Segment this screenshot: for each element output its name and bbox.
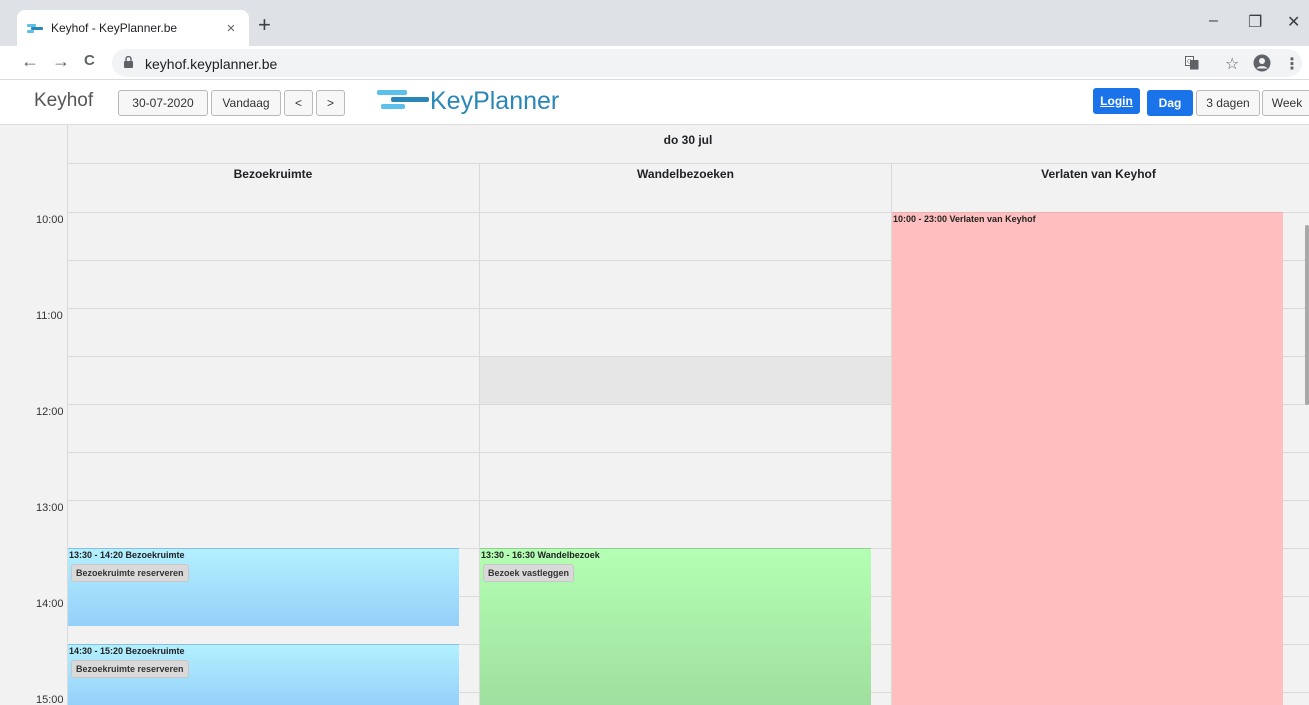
back-button[interactable]: ←: [21, 51, 39, 71]
profile-icon[interactable]: [1253, 54, 1271, 72]
forward-button[interactable]: →: [52, 51, 70, 71]
address-bar[interactable]: keyhof.keyplanner.be G ☆ ⋮: [112, 49, 1302, 77]
date-picker-button[interactable]: 30-07-2020: [118, 90, 208, 116]
star-icon[interactable]: ☆: [1225, 54, 1239, 74]
view-day-button[interactable]: Dag: [1147, 90, 1193, 116]
event-title: 14:30 - 15:20 Bezoekruimte: [69, 646, 185, 656]
keyplanner-favicon-icon: [27, 23, 43, 33]
calendar: do 30 jul Bezoekruimte Wandelbezoeken Ve…: [0, 124, 1309, 705]
today-button[interactable]: Vandaag: [211, 90, 281, 116]
tab-title: Keyhof - KeyPlanner.be: [51, 21, 178, 35]
next-button[interactable]: >: [316, 90, 345, 116]
reload-button[interactable]: C: [84, 51, 95, 71]
time-label: 10:00: [36, 214, 64, 226]
event-wandelbezoek[interactable]: 13:30 - 16:30 Wandelbezoek Bezoek vastle…: [480, 548, 871, 705]
scrollbar[interactable]: [1305, 225, 1309, 405]
logo-text: KeyPlanner: [430, 87, 560, 115]
book-visit-button[interactable]: Bezoek vastleggen: [483, 564, 575, 582]
prev-button[interactable]: <: [284, 90, 313, 116]
lock-icon: [124, 56, 133, 68]
event-bezoekruimte-1[interactable]: 13:30 - 14:20 Bezoekruimte Bezoekruimte …: [68, 548, 459, 626]
event-title: 13:30 - 16:30 Wandelbezoek: [481, 550, 600, 560]
event-verlaten[interactable]: 10:00 - 23:00 Verlaten van Keyhof: [892, 212, 1283, 705]
time-label: 12:00: [36, 406, 64, 418]
event-title: 10:00 - 23:00 Verlaten van Keyhof: [893, 214, 1036, 224]
new-tab-button[interactable]: +: [258, 14, 271, 36]
menu-icon[interactable]: ⋮: [1284, 54, 1300, 74]
browser-tabstrip: Keyhof - KeyPlanner.be × + – ❐ ✕: [0, 0, 1309, 46]
column-header-verlaten: Verlaten van Keyhof: [1041, 167, 1156, 181]
view-week-button[interactable]: Week: [1262, 90, 1309, 116]
time-label: 13:00: [36, 502, 64, 514]
svg-text:G: G: [1187, 59, 1192, 66]
login-button[interactable]: Login: [1093, 88, 1140, 114]
event-title: 13:30 - 14:20 Bezoekruimte: [69, 550, 185, 560]
column-header-wandelbezoeken: Wandelbezoeken: [637, 167, 734, 181]
browser-toolbar: ← → C keyhof.keyplanner.be G ☆ ⋮: [0, 46, 1309, 80]
unavailable-slot: [480, 356, 891, 404]
time-label: 14:00: [36, 598, 64, 610]
close-window-button[interactable]: ✕: [1287, 12, 1300, 32]
minimize-button[interactable]: –: [1209, 12, 1218, 30]
time-label: 11:00: [36, 310, 63, 322]
day-header: do 30 jul: [663, 133, 713, 147]
restore-button[interactable]: ❐: [1248, 12, 1262, 32]
keyplanner-logo-icon: [377, 88, 437, 114]
translate-icon[interactable]: G: [1185, 56, 1199, 70]
event-bezoekruimte-2[interactable]: 14:30 - 15:20 Bezoekruimte Bezoekruimte …: [68, 644, 459, 705]
app-header: Keyhof 30-07-2020 Vandaag < > Login Dag …: [0, 80, 1309, 124]
browser-tab[interactable]: Keyhof - KeyPlanner.be ×: [17, 10, 249, 46]
reserve-room-button[interactable]: Bezoekruimte reserveren: [71, 660, 189, 678]
app-title: Keyhof: [34, 90, 94, 111]
view-3days-button[interactable]: 3 dagen: [1196, 90, 1260, 116]
column-header-bezoekruimte: Bezoekruimte: [233, 167, 313, 181]
reserve-room-button[interactable]: Bezoekruimte reserveren: [71, 564, 189, 582]
time-label: 15:00: [36, 694, 64, 705]
tab-close-icon[interactable]: ×: [223, 20, 239, 37]
url-text: keyhof.keyplanner.be: [145, 56, 278, 72]
grid-line: [67, 163, 1309, 164]
